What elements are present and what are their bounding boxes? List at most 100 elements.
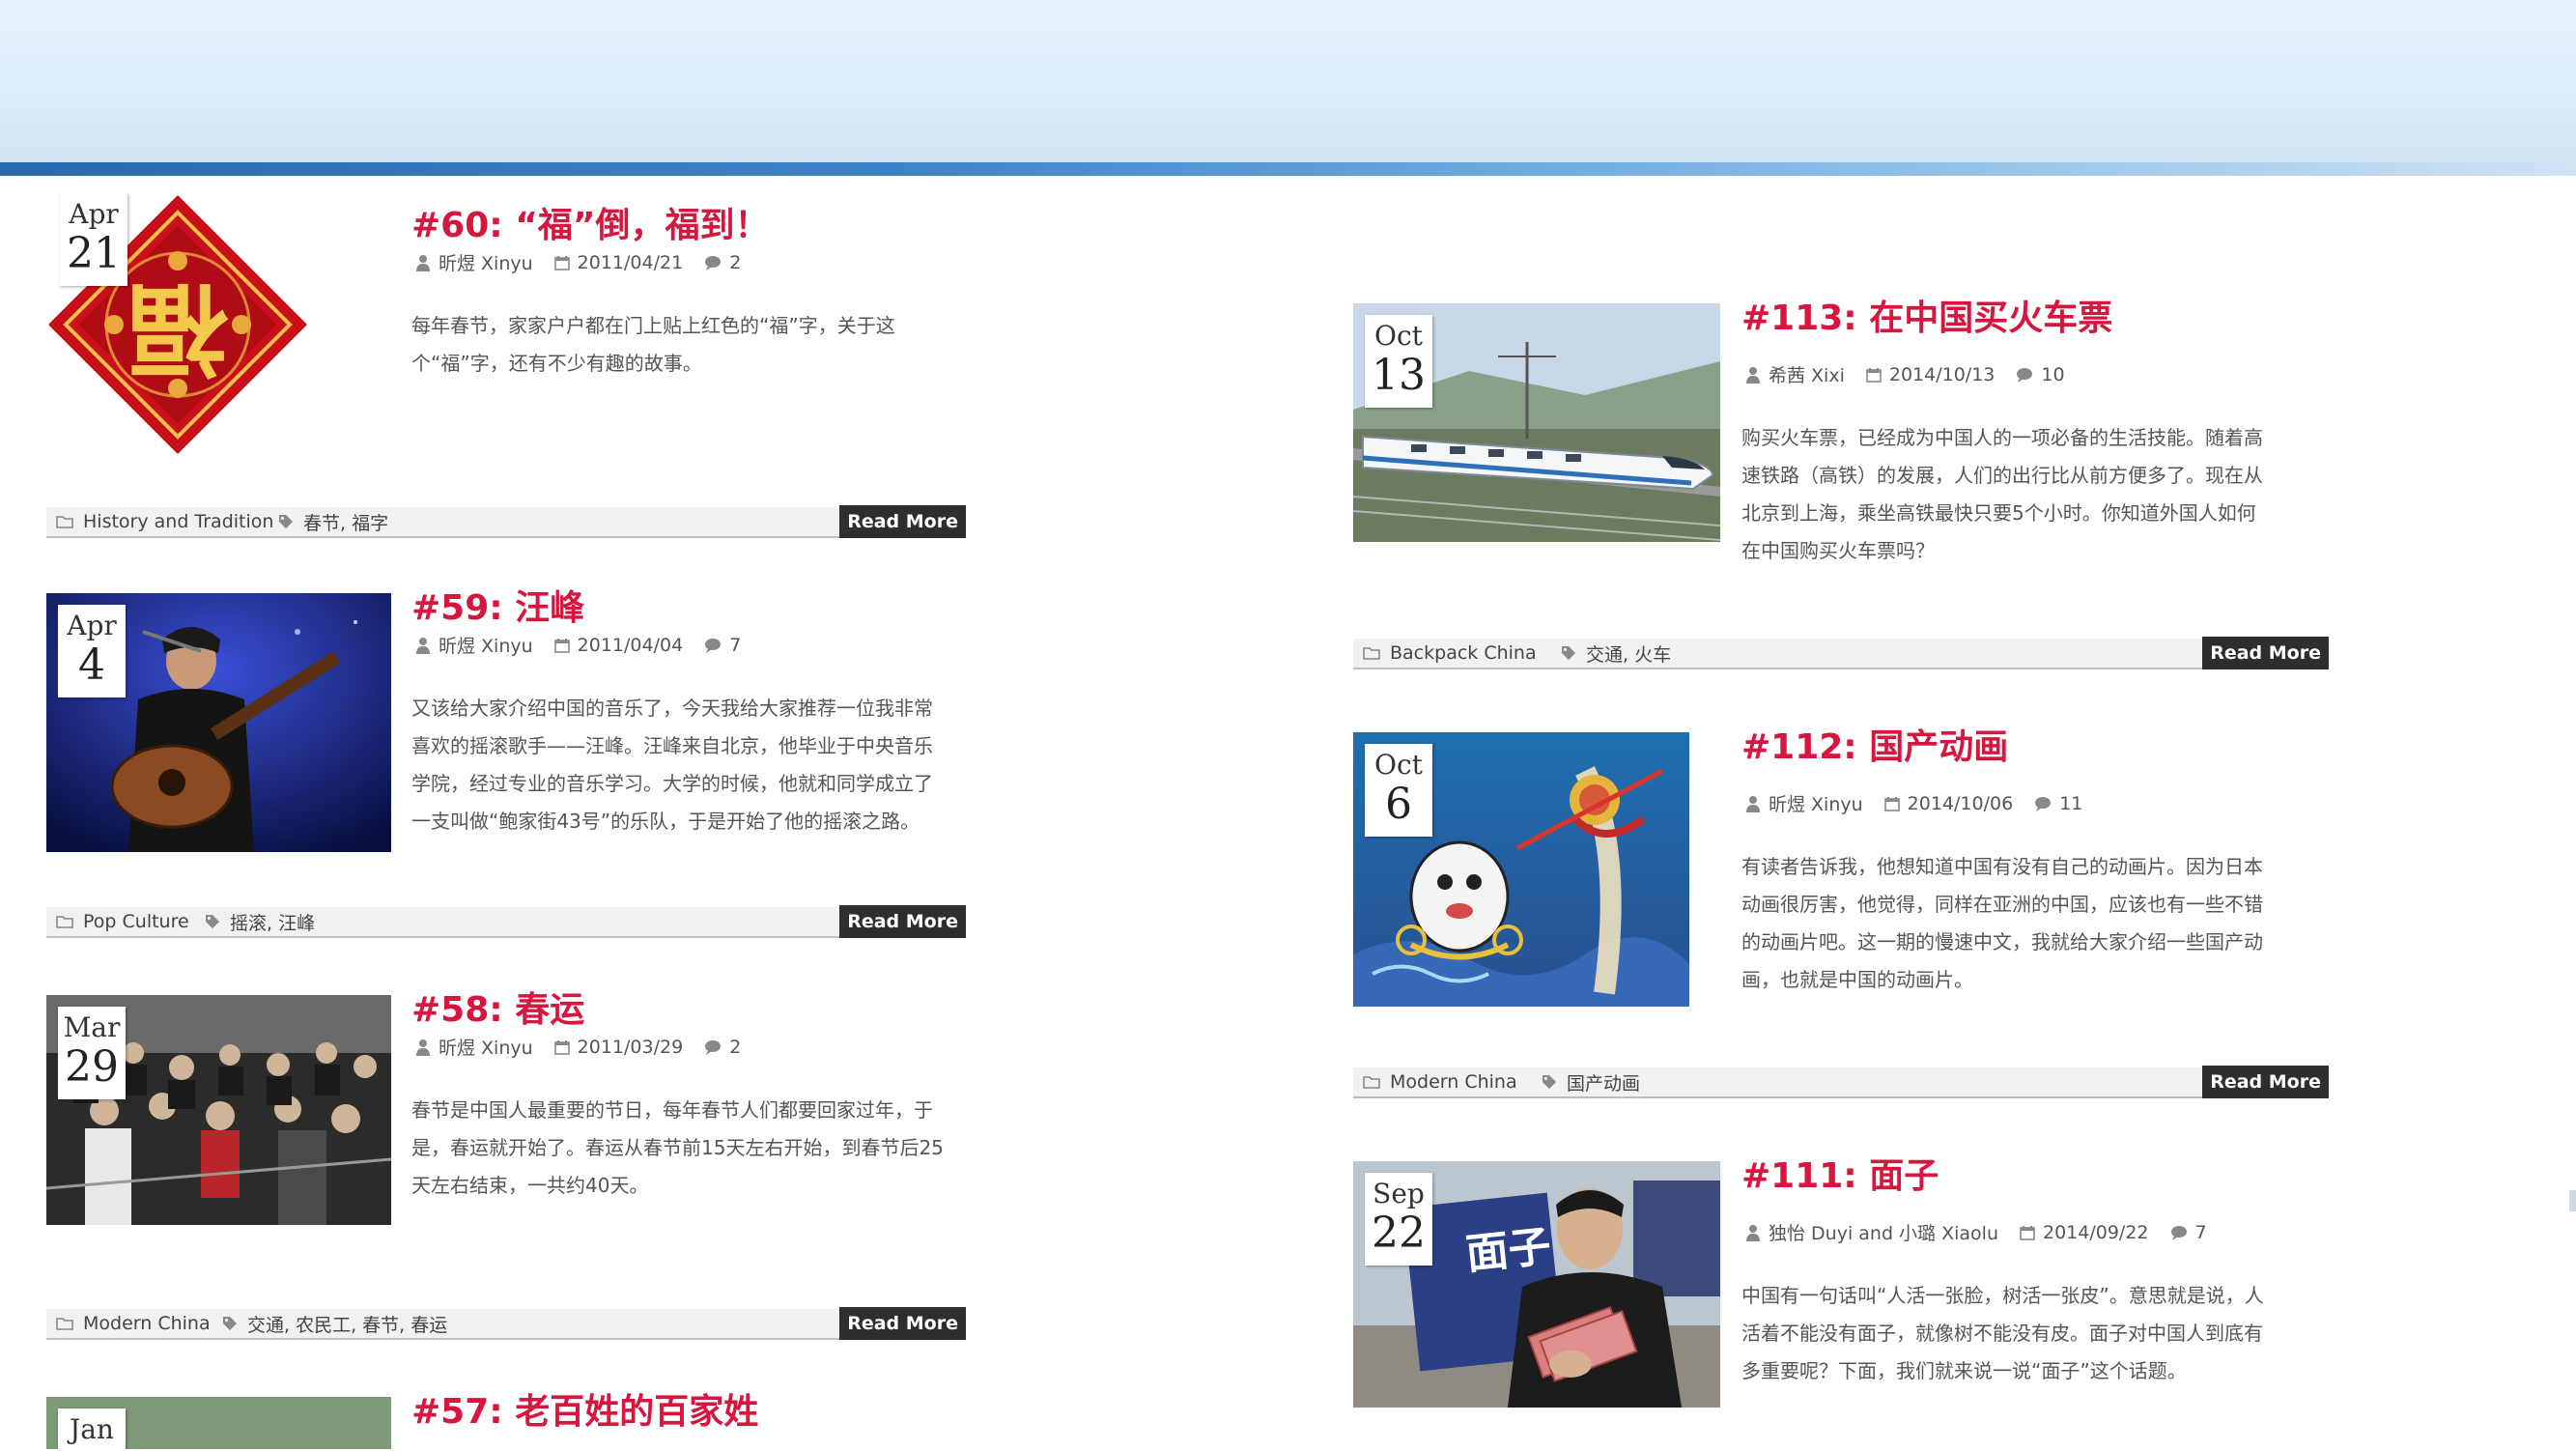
date-month: Apr (67, 610, 117, 641)
folder-icon (1363, 647, 1380, 660)
post-title[interactable]: #60: “福”倒，福到！ (411, 197, 770, 247)
comment-bubble-icon (2035, 796, 2052, 811)
date-month: Oct (1374, 749, 1423, 781)
post-category[interactable]: Modern China (56, 1309, 211, 1338)
post-meta: 昕煜 Xinyu 2011/04/04 7 (415, 632, 762, 658)
post-excerpt: 购买火车票，已经成为中国人的一项必备的生活技能。随着高 速铁路（高铁）的发展，人… (1741, 426, 2263, 562)
fu-character-text: 福 (127, 270, 229, 388)
post-111: 面子 Sep 22 #111: 面子 独怡 Duyi and 小璐 Xiaolu (1353, 1156, 2329, 1451)
calendar-icon (553, 255, 570, 270)
post-comments[interactable]: 7 (704, 635, 741, 656)
post-tags[interactable]: 国产动画 (1542, 1067, 1640, 1096)
post-thumbnail-mianzi[interactable]: 面子 Sep 22 (1353, 1161, 1720, 1408)
post-comments[interactable]: 10 (2016, 364, 2065, 385)
date-month: Oct (1374, 320, 1423, 352)
date-day: 29 (65, 1042, 119, 1092)
post-excerpt: 每年春节，家家户户都在门上贴上红色的“福”字，关于这 个“福”字，还有不少有趣的… (411, 314, 895, 375)
post-59: Apr 4 #59: 汪峰 昕煜 Xinyu 2011/04/04 7 又该给大… (46, 558, 966, 945)
read-more-button[interactable]: Read More (839, 1307, 966, 1340)
post-footer: History and Tradition 春节, 福字 Read More (46, 505, 966, 538)
post-title[interactable]: #57: 老百姓的百家姓 (411, 1383, 758, 1434)
folder-icon (1363, 1076, 1380, 1089)
post-thumbnail-57[interactable]: Jan (46, 1397, 391, 1449)
post-113: Oct 13 #113: 在中国买火车票 希茜 Xixi 2014/10/13 … (1353, 299, 2329, 699)
date-month: Sep (1373, 1178, 1425, 1209)
calendar-icon (1866, 367, 1882, 383)
post-comments[interactable]: 2 (704, 1037, 741, 1058)
post-title[interactable]: #111: 面子 (1741, 1148, 1939, 1198)
tag-icon (1543, 1075, 1556, 1089)
post-comments[interactable]: 7 (2170, 1222, 2207, 1243)
post-meta: 昕煜 Xinyu 2014/10/06 11 (1745, 790, 2104, 816)
post-thumbnail-train[interactable]: Oct 13 (1353, 303, 1720, 542)
post-comments[interactable]: 11 (2034, 793, 2082, 814)
read-more-button[interactable]: Read More (839, 505, 966, 538)
post-date: 2011/03/29 (553, 1037, 683, 1058)
post-title[interactable]: #112: 国产动画 (1741, 719, 2008, 769)
date-month: Jan (70, 1413, 114, 1445)
post-category[interactable]: History and Tradition (56, 507, 273, 536)
folder-icon (56, 1318, 73, 1330)
post-footer: Modern China 国产动画 Read More (1353, 1066, 2329, 1098)
post-60: 福 Apr 21 #60: “福”倒，福到！ 昕煜 Xinyu 2011/04/… (46, 176, 966, 543)
post-thumbnail-singer[interactable]: Apr 4 (46, 593, 391, 852)
post-date: 2011/04/04 (553, 635, 683, 656)
person-icon (1746, 366, 1760, 384)
date-badge: Jan (58, 1408, 126, 1449)
date-day: 13 (1372, 351, 1426, 400)
date-month: Mar (63, 1011, 121, 1043)
date-month: Apr (69, 198, 119, 230)
calendar-icon (2020, 1225, 2035, 1240)
post-title[interactable]: #58: 春运 (411, 982, 584, 1032)
post-meta: 希茜 Xixi 2014/10/13 10 (1745, 361, 2086, 387)
read-more-button[interactable]: Read More (2202, 637, 2329, 669)
date-badge: Oct 6 (1365, 744, 1432, 837)
comment-bubble-icon (705, 1039, 722, 1055)
post-category[interactable]: Pop Culture (56, 907, 189, 936)
post-footer: Pop Culture 摇滚, 汪峰 Read More (46, 905, 966, 938)
post-date: 2014/10/06 (1883, 793, 2013, 814)
post-excerpt: 有读者告诉我，他想知道中国有没有自己的动画片。因为日本 动画很厉害，他觉得，同样… (1741, 855, 2263, 991)
person-icon (1746, 795, 1760, 812)
post-tags[interactable]: 春节, 福字 (278, 507, 388, 536)
read-more-button[interactable]: Read More (2202, 1066, 2329, 1098)
comment-bubble-icon (705, 255, 722, 270)
post-date: 2014/09/22 (2020, 1222, 2149, 1243)
post-tags[interactable]: 交通, 农民工, 春节, 春运 (222, 1309, 447, 1338)
post-comments[interactable]: 2 (704, 252, 741, 273)
post-tags[interactable]: 交通, 火车 (1561, 639, 1671, 668)
post-thumbnail-crowd[interactable]: Mar 29 (46, 995, 391, 1225)
folder-icon (56, 916, 73, 928)
post-category[interactable]: Backpack China (1363, 639, 1537, 668)
post-date: 2011/04/21 (553, 252, 683, 273)
comment-bubble-icon (2170, 1225, 2187, 1240)
post-author[interactable]: 昕煜 Xinyu (415, 632, 533, 658)
read-more-button[interactable]: Read More (839, 905, 966, 938)
date-badge: Sep 22 (1365, 1173, 1432, 1266)
person-icon (416, 1038, 430, 1056)
person-icon (416, 637, 430, 654)
date-badge: Mar 29 (58, 1007, 126, 1099)
post-author[interactable]: 独怡 Duyi and 小璐 Xiaolu (1745, 1219, 1998, 1245)
comment-bubble-icon (705, 638, 722, 653)
tag-icon (206, 915, 219, 928)
post-meta: 昕煜 Xinyu 2011/03/29 2 (415, 1034, 762, 1060)
header-accent-bar (0, 162, 2576, 176)
post-thumbnail-fu[interactable]: 福 Apr 21 (46, 193, 309, 456)
post-title[interactable]: #59: 汪峰 (411, 580, 584, 630)
post-thumbnail-animation[interactable]: Oct 6 (1353, 732, 1689, 1007)
post-author[interactable]: 希茜 Xixi (1745, 361, 1845, 387)
post-author[interactable]: 昕煜 Xinyu (1745, 790, 1863, 816)
post-category[interactable]: Modern China (1363, 1067, 1517, 1096)
post-title[interactable]: #113: 在中国买火车票 (1741, 290, 2112, 340)
tag-icon (1562, 646, 1575, 660)
comment-bubble-icon (2017, 367, 2033, 383)
tag-icon (279, 515, 293, 528)
post-author[interactable]: 昕煜 Xinyu (415, 1034, 533, 1060)
post-tags[interactable]: 摇滚, 汪峰 (205, 907, 315, 936)
post-author[interactable]: 昕煜 Xinyu (415, 249, 533, 275)
date-badge: Oct 13 (1365, 315, 1432, 408)
date-day: 22 (1372, 1209, 1426, 1258)
post-57: Jan #57: 老百姓的百家姓 (46, 1362, 966, 1449)
mianzi-sign-text: 面子 (1463, 1222, 1553, 1280)
